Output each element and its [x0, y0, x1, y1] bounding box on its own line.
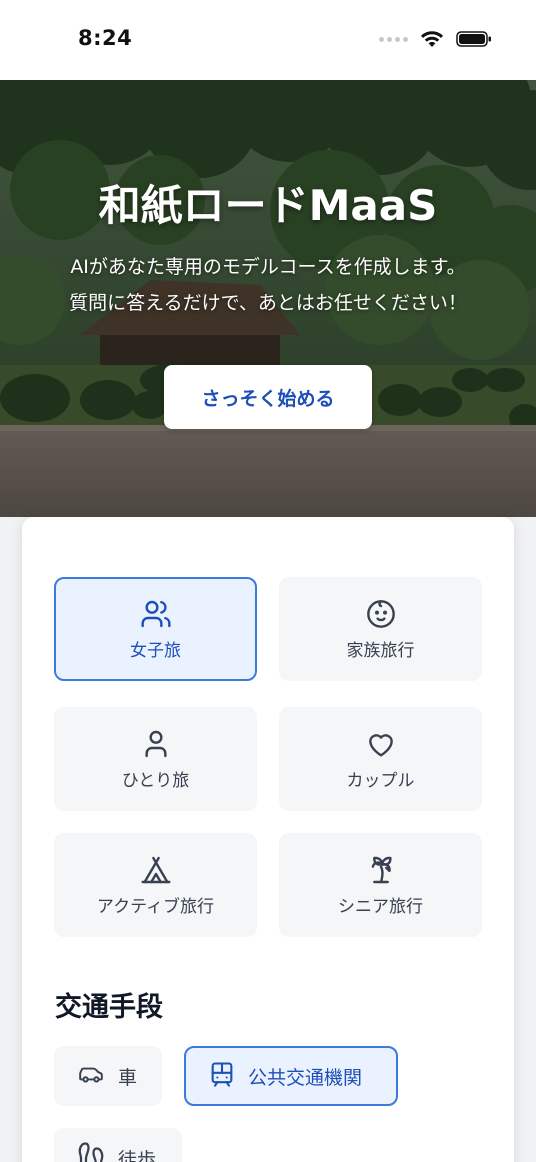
trip-option-senior-trip[interactable]: シニア旅行: [279, 833, 482, 937]
trip-option-couple[interactable]: カップル: [279, 707, 482, 811]
status-bar: 8:24: [0, 0, 536, 80]
baby-face-icon: [365, 598, 397, 630]
users-icon: [140, 598, 172, 630]
options-card: 女子旅 家族旅行 ひとり旅 カップル アクティブ旅行 シニア旅行 交通手段 車 …: [22, 517, 514, 1162]
status-time: 8:24: [78, 26, 133, 50]
trip-option-label: 家族旅行: [346, 640, 415, 661]
trip-option-label: ひとり旅: [121, 770, 190, 791]
hero-title: 和紙ロードMaaS: [98, 181, 438, 230]
train-icon: [208, 1059, 236, 1093]
trip-option-solo-trip[interactable]: ひとり旅: [54, 707, 257, 811]
transport-option-label: 徒歩: [118, 1148, 157, 1162]
heart-icon: [365, 728, 397, 760]
transport-section-title: 交通手段: [55, 992, 163, 1023]
transport-option-car[interactable]: 車: [54, 1046, 162, 1106]
transport-option-label: 公共交通機関: [248, 1066, 363, 1089]
trip-option-girls-trip[interactable]: 女子旅: [54, 577, 257, 681]
footprints-icon: [76, 1141, 106, 1162]
start-button[interactable]: さっそく始める: [164, 365, 372, 429]
transport-option-public-transit[interactable]: 公共交通機関: [184, 1046, 398, 1106]
transport-option-walking[interactable]: 徒歩: [54, 1128, 182, 1162]
app-screen: 8:24 和紙ロードMaaS AIがあなた専用のモデルコースを作成します。 質問…: [0, 0, 536, 1162]
trip-option-family-trip[interactable]: 家族旅行: [279, 577, 482, 681]
battery-icon: [456, 31, 491, 47]
tent-icon: [140, 854, 172, 886]
cellular-signal-icon: [379, 36, 408, 42]
trip-option-label: カップル: [346, 770, 415, 791]
trip-option-label: アクティブ旅行: [96, 896, 215, 917]
transport-option-label: 車: [118, 1066, 138, 1089]
wifi-icon: [421, 31, 443, 47]
user-icon: [140, 728, 172, 760]
hero-subtitle-line1: AIがあなた専用のモデルコースを作成します。: [70, 256, 466, 278]
status-icons: [379, 30, 492, 48]
trip-option-label: 女子旅: [130, 640, 181, 661]
hero-subtitle-line2: 質問に答えるだけで、あとはお任せください！: [69, 292, 467, 314]
car-icon: [76, 1061, 106, 1091]
palm-tree-icon: [365, 854, 397, 886]
trip-option-active-trip[interactable]: アクティブ旅行: [54, 833, 257, 937]
hero-banner: 和紙ロードMaaS AIがあなた専用のモデルコースを作成します。 質問に答えるだ…: [0, 80, 536, 517]
trip-option-label: シニア旅行: [338, 896, 423, 917]
